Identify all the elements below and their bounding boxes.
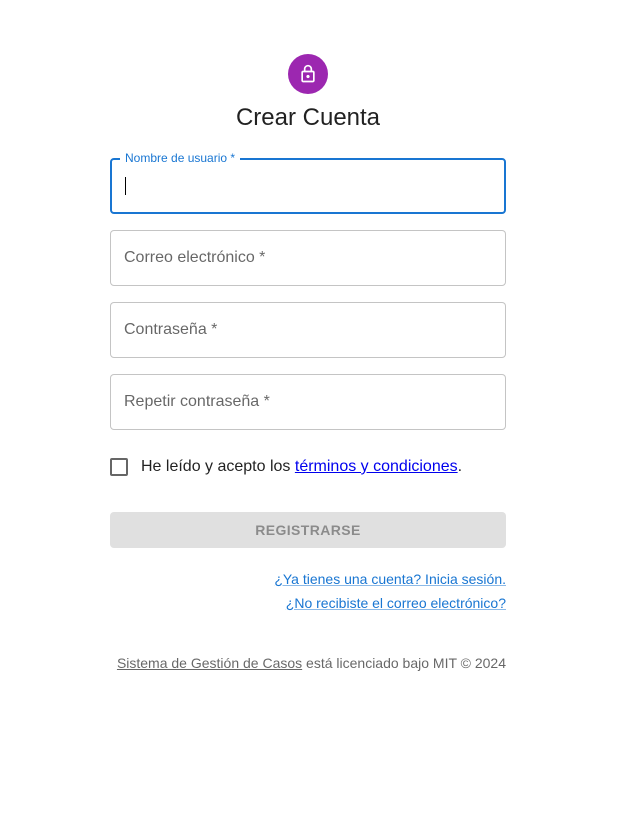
password-field[interactable]: Contraseña * bbox=[110, 302, 506, 358]
resend-email-link[interactable]: ¿No recibiste el correo electrónico? bbox=[110, 591, 506, 615]
footer-license: está licenciado bajo MIT © 2024 bbox=[302, 655, 506, 671]
terms-prefix: He leído y acepto los bbox=[141, 458, 295, 475]
repeat-password-field[interactable]: Repetir contraseña * bbox=[110, 374, 506, 430]
page-title: Crear Cuenta bbox=[235, 104, 381, 131]
text-caret bbox=[125, 177, 126, 195]
login-link[interactable]: ¿Ya tienes una cuenta? Inicia sesión. bbox=[110, 567, 506, 591]
repeat-password-label: Repetir contraseña * bbox=[124, 393, 270, 410]
avatar bbox=[288, 54, 328, 94]
terms-checkbox[interactable] bbox=[110, 458, 128, 476]
terms-suffix: . bbox=[457, 458, 463, 475]
terms-text: He leído y acepto los términos y condici… bbox=[141, 458, 462, 476]
footer: Sistema de Gestión de Casos está licenci… bbox=[110, 654, 506, 672]
auth-links: ¿Ya tienes una cuenta? Inicia sesión. ¿N… bbox=[110, 567, 506, 615]
email-field[interactable]: Correo electrónico * bbox=[110, 230, 506, 286]
footer-app-link[interactable]: Sistema de Gestión de Casos bbox=[117, 655, 302, 671]
lock-icon bbox=[298, 64, 318, 84]
email-label: Correo electrónico * bbox=[124, 249, 266, 266]
terms-row: He leído y acepto los términos y condici… bbox=[110, 456, 462, 478]
username-label: Nombre de usuario * bbox=[120, 151, 241, 165]
register-button[interactable]: REGISTRARSE bbox=[110, 512, 506, 548]
username-field[interactable]: Nombre de usuario * bbox=[110, 151, 506, 214]
password-label: Contraseña * bbox=[124, 321, 218, 338]
terms-link[interactable]: términos y condiciones bbox=[295, 458, 458, 475]
